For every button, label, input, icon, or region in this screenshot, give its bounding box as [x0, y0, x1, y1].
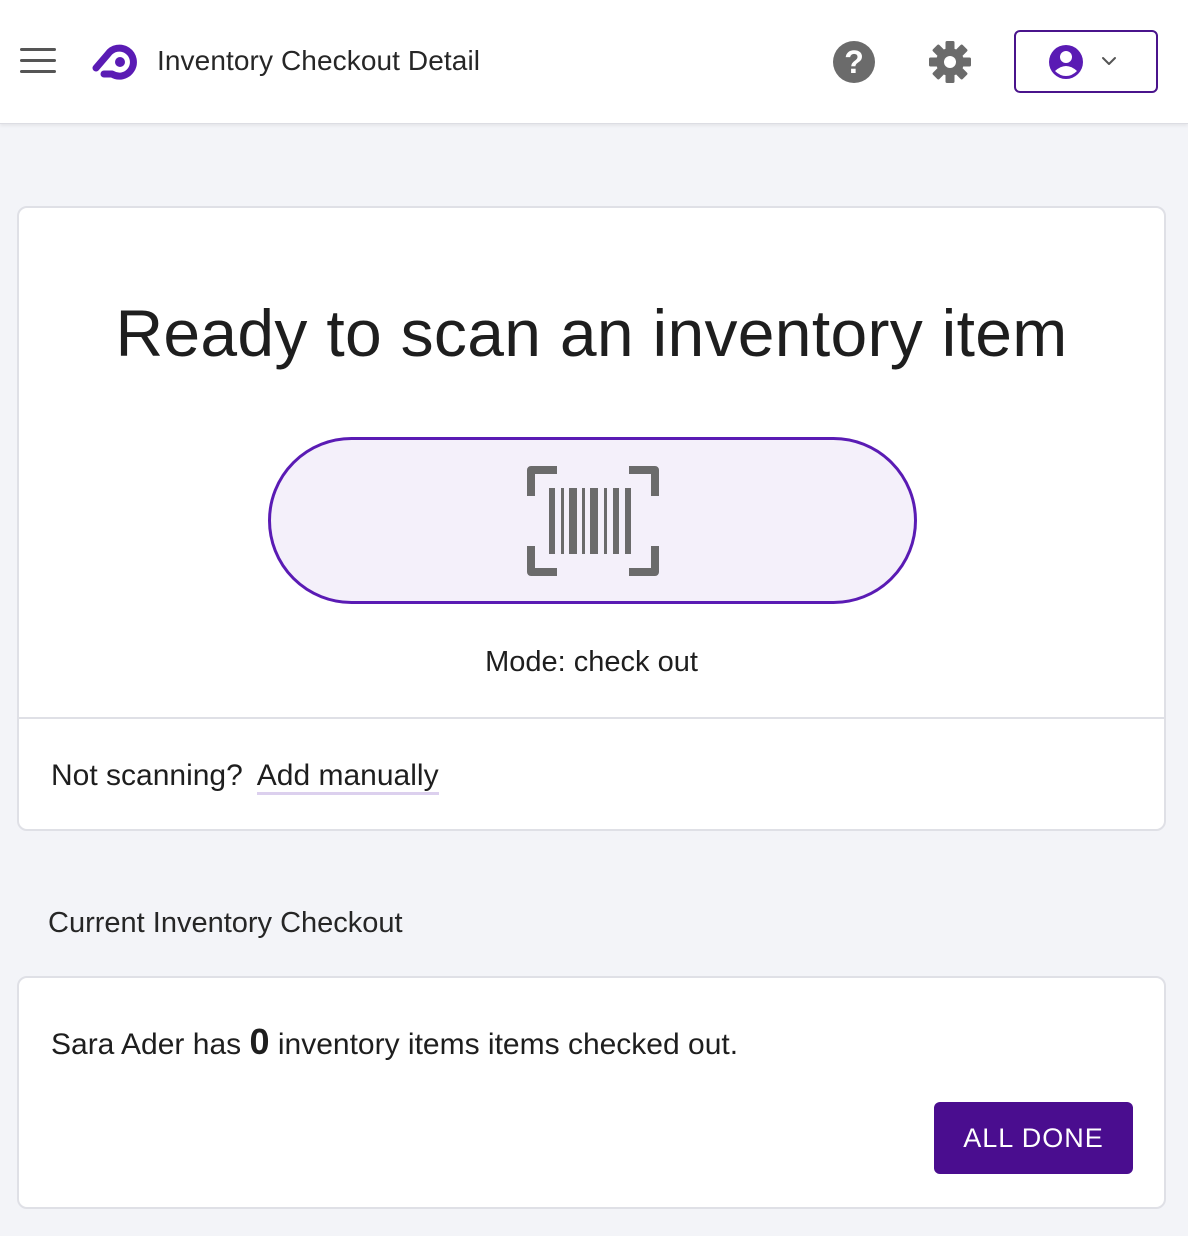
barcode-scan-icon: [527, 466, 659, 576]
section-title: Current Inventory Checkout: [48, 907, 403, 939]
scan-mode: Mode: check out: [485, 646, 698, 678]
person-name: Sara Ader: [51, 1028, 185, 1061]
hamburger-menu-icon[interactable]: [18, 48, 58, 74]
summary-suffix: inventory items items checked out.: [277, 1028, 739, 1061]
svg-text:?: ?: [844, 44, 864, 80]
scan-button[interactable]: [268, 437, 917, 604]
checkout-card: Sara Ader has 0 inventory items items ch…: [17, 976, 1166, 1209]
add-manually-link[interactable]: Add manually: [256, 759, 439, 795]
scan-heading: Ready to scan an inventory item: [115, 296, 1068, 370]
app-logo-icon: [92, 44, 137, 80]
account-avatar-icon: [1049, 45, 1083, 79]
app-header: Inventory Checkout Detail ?: [0, 0, 1188, 124]
manual-prompt: Not scanning?: [51, 759, 243, 792]
item-count: 0: [249, 1021, 270, 1062]
gear-icon[interactable]: [928, 40, 972, 84]
help-icon[interactable]: ?: [832, 40, 876, 84]
chevron-down-icon: [1102, 57, 1116, 65]
account-menu-button[interactable]: [1014, 30, 1158, 93]
scan-card: Ready to scan an inventory item Mode: ch…: [17, 206, 1166, 831]
all-done-button[interactable]: ALL DONE: [934, 1102, 1133, 1174]
page-title: Inventory Checkout Detail: [157, 45, 481, 76]
checkout-summary: Sara Ader has 0 inventory items items ch…: [51, 1022, 738, 1065]
divider: [19, 717, 1164, 719]
has-text: has: [192, 1028, 242, 1061]
manual-entry-row: Not scanning? Add manually: [51, 757, 439, 795]
